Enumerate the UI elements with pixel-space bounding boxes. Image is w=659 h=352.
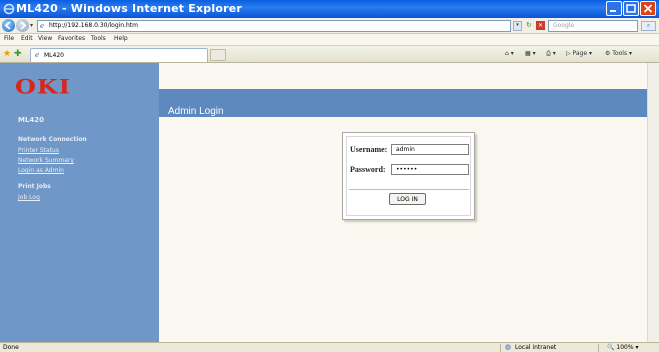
tab-ml420[interactable]: ℯ ML420 <box>30 48 208 62</box>
zoom-level[interactable]: 🔍 100% ▾ <box>607 344 638 351</box>
search-icon[interactable]: ⌕ <box>641 21 656 31</box>
address-bar: ▾ ℯ http://192.168.0.30/login.htm ▾ ↻ ✕ … <box>0 18 659 34</box>
home-icon[interactable]: ⌂ ▾ <box>505 50 514 57</box>
menu-file[interactable]: File <box>4 35 14 42</box>
password-field[interactable]: •••••• <box>391 164 469 175</box>
status-text: Done <box>3 344 19 351</box>
close-button[interactable] <box>640 1 656 16</box>
menu-edit[interactable]: Edit <box>21 35 33 42</box>
feeds-icon[interactable]: ▦ ▾ <box>525 50 536 57</box>
printer-status-link[interactable]: Printer Status <box>18 147 59 154</box>
menu-favorites[interactable]: Favorites <box>58 35 85 42</box>
login-as-admin-link[interactable]: Login as Admin <box>18 167 64 174</box>
intranet-zone-icon: ◍ <box>505 343 512 351</box>
login-panel: Username: admin Password: •••••• LOG IN <box>342 132 475 220</box>
title-bar: ML420 - Windows Internet Explorer <box>0 0 659 18</box>
address-dropdown-button[interactable]: ▾ <box>513 21 522 31</box>
page-icon: ℯ <box>40 22 45 30</box>
model-name: ML420 <box>18 116 45 124</box>
security-zone[interactable]: Local intranet <box>515 344 556 351</box>
password-label: Password: <box>350 165 386 174</box>
add-favorite-icon[interactable]: ✚ <box>14 49 22 59</box>
network-connection-heading: Network Connection <box>18 136 87 143</box>
zoom-value: 100% <box>616 344 634 351</box>
main-area: Admin Login Username: admin Password: ••… <box>159 63 659 342</box>
back-arrow-icon <box>4 21 11 30</box>
job-log-link[interactable]: Job Log <box>18 194 40 201</box>
forward-button[interactable] <box>16 19 29 32</box>
maximize-button[interactable] <box>623 1 639 16</box>
status-bar: Done ◍ Local intranet 🔍 100% ▾ <box>0 342 659 352</box>
favorites-star-icon[interactable]: ★ <box>3 49 11 59</box>
print-jobs-heading: Print Jobs <box>18 183 51 190</box>
page-menu-label: Page <box>572 50 588 57</box>
search-placeholder: Google <box>553 22 575 29</box>
search-input[interactable]: Google <box>548 20 638 32</box>
header-band: Admin Login <box>159 89 659 117</box>
page-title: Admin Login <box>168 106 224 117</box>
status-divider <box>598 344 599 352</box>
tab-bar: ★ ✚ ℯ ML420 ⌂ ▾ ▦ ▾ ⎙ ▾ ▷ Page ▾ ⚙ Tools… <box>0 46 659 63</box>
url-text: http://192.168.0.30/login.htm <box>49 22 139 29</box>
tab-label: ML420 <box>44 52 64 59</box>
status-divider <box>500 344 501 352</box>
new-tab-button[interactable] <box>210 49 226 61</box>
print-icon[interactable]: ⎙ ▾ <box>546 50 556 58</box>
recent-pages-dropdown[interactable]: ▾ <box>30 22 33 29</box>
page-menu[interactable]: ▷ Page ▾ <box>566 50 592 57</box>
menu-view[interactable]: View <box>38 35 52 42</box>
oki-logo: OKI <box>15 75 71 99</box>
menu-bar: File Edit View Favorites Tools Help <box>0 34 659 46</box>
page-icon: ℯ <box>35 51 40 59</box>
stop-button[interactable]: ✕ <box>536 21 545 30</box>
refresh-button[interactable]: ↻ <box>526 21 532 29</box>
sidebar: OKI ML420 Network Connection Printer Sta… <box>0 63 159 342</box>
tools-menu[interactable]: ⚙ Tools ▾ <box>605 50 632 57</box>
form-divider <box>349 189 469 190</box>
login-form: Username: admin Password: •••••• LOG IN <box>346 136 471 216</box>
address-field[interactable]: ℯ http://192.168.0.30/login.htm <box>37 20 511 32</box>
ie-icon <box>3 3 15 15</box>
page-content: OKI ML420 Network Connection Printer Sta… <box>0 63 659 342</box>
network-summary-link[interactable]: Network Summary <box>18 157 74 164</box>
login-button[interactable]: LOG IN <box>389 193 426 205</box>
vertical-scrollbar[interactable] <box>647 63 659 342</box>
back-button[interactable] <box>2 19 15 32</box>
forward-arrow-icon <box>20 21 27 30</box>
username-field[interactable]: admin <box>391 144 469 155</box>
menu-help[interactable]: Help <box>114 35 128 42</box>
minimize-button[interactable] <box>606 1 622 16</box>
menu-tools[interactable]: Tools <box>91 35 106 42</box>
username-label: Username: <box>350 145 388 154</box>
tools-menu-label: Tools <box>612 50 628 57</box>
window-title: ML420 - Windows Internet Explorer <box>16 2 243 15</box>
